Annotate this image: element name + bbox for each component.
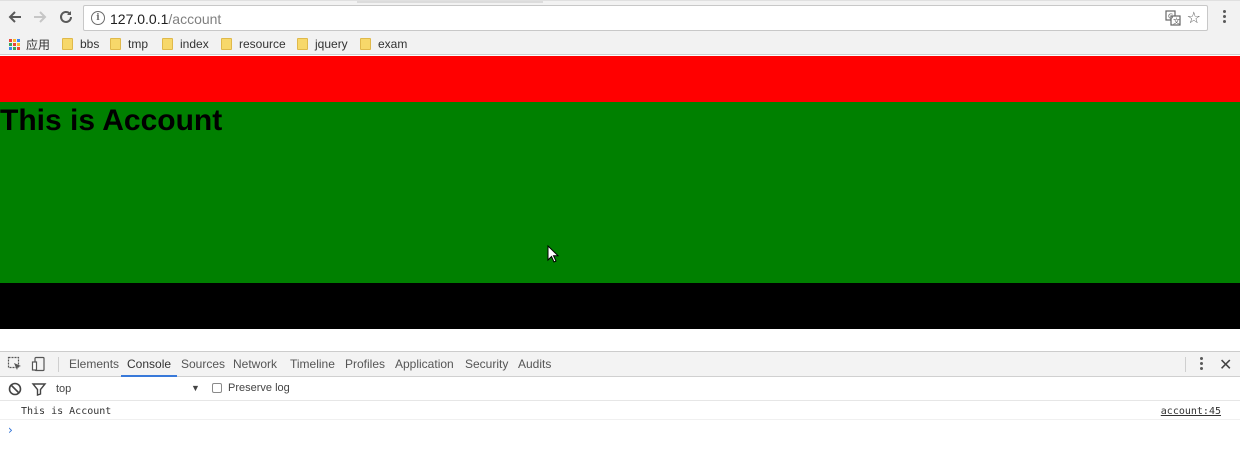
- tab-profiles[interactable]: Profiles: [345, 352, 385, 377]
- folder-icon: [62, 38, 73, 50]
- bookmark-apps-label: 应用: [26, 37, 51, 52]
- apps-grid-icon: [9, 38, 20, 50]
- devtools-panel: Elements Console Sources Network Timelin…: [0, 351, 1240, 449]
- tab-strip-edge: [357, 1, 543, 3]
- device-toolbar-icon[interactable]: [31, 356, 47, 372]
- bookmark-label: exam: [378, 37, 408, 51]
- page-content-band: This is Account: [0, 102, 1240, 283]
- browser-menu-icon[interactable]: [1217, 10, 1231, 26]
- page-viewport: This is Account: [0, 56, 1240, 351]
- address-bar[interactable]: i 127.0.0.1/account G文 ☆: [83, 5, 1208, 31]
- reload-button[interactable]: [55, 6, 77, 28]
- bookmark-item[interactable]: bbs: [62, 36, 99, 52]
- folder-icon: [221, 38, 232, 50]
- info-icon[interactable]: i: [91, 11, 105, 25]
- address-url[interactable]: 127.0.0.1/account: [110, 11, 221, 27]
- tab-audits[interactable]: Audits: [518, 352, 551, 377]
- inspect-element-icon[interactable]: [7, 356, 23, 372]
- tab-security[interactable]: Security: [465, 352, 508, 377]
- tab-console[interactable]: Console: [121, 352, 178, 377]
- console-message: This is Account: [21, 406, 112, 417]
- devtools-tab-bar: Elements Console Sources Network Timelin…: [0, 352, 1240, 377]
- arrow-right-icon: [34, 11, 47, 23]
- chevron-down-icon[interactable]: ▼: [191, 383, 200, 393]
- filter-icon[interactable]: [31, 381, 47, 397]
- back-button[interactable]: [4, 6, 26, 28]
- bookmark-item[interactable]: index: [162, 36, 209, 52]
- page-header-band: [0, 56, 1240, 102]
- toolbar-divider: [1185, 357, 1186, 372]
- bookmark-label: jquery: [315, 37, 348, 51]
- mouse-cursor-icon: [547, 245, 559, 263]
- bookmark-item[interactable]: resource: [221, 36, 286, 52]
- folder-icon: [162, 38, 173, 50]
- page-heading: This is Account: [0, 104, 223, 137]
- bookmark-item[interactable]: jquery: [297, 36, 348, 52]
- folder-icon: [110, 38, 121, 50]
- bookmark-label: resource: [239, 37, 286, 51]
- translate-icon[interactable]: G文: [1165, 10, 1181, 26]
- console-toolbar: top ▼ Preserve log: [0, 377, 1240, 401]
- bookmark-item[interactable]: tmp: [110, 36, 148, 52]
- devtools-menu-icon[interactable]: [1194, 357, 1208, 373]
- tab-timeline[interactable]: Timeline: [290, 352, 335, 377]
- folder-icon: [297, 38, 308, 50]
- preserve-log-label: Preserve log: [228, 382, 290, 394]
- url-host: 127.0.0.1: [110, 11, 169, 27]
- console-prompt[interactable]: ›: [8, 423, 13, 437]
- toolbar-divider: [58, 357, 59, 372]
- close-icon[interactable]: ✕: [1219, 355, 1232, 375]
- bookmark-apps[interactable]: 应用: [9, 36, 50, 52]
- forward-button[interactable]: [29, 6, 51, 28]
- svg-text:文: 文: [1173, 17, 1180, 26]
- folder-icon: [360, 38, 371, 50]
- url-path: /account: [168, 11, 222, 27]
- context-select[interactable]: top: [56, 383, 71, 395]
- star-icon[interactable]: ☆: [1187, 8, 1201, 28]
- page-footer-band: [0, 283, 1240, 329]
- console-divider: [0, 419, 1240, 420]
- arrow-left-icon: [8, 11, 21, 23]
- reload-icon: [60, 10, 72, 23]
- console-source-link[interactable]: account:45: [1161, 406, 1221, 417]
- tab-network[interactable]: Network: [233, 352, 277, 377]
- bookmark-label: tmp: [128, 37, 149, 51]
- bookmarks-bar: 应用 bbs tmp index resource jquery exam: [0, 33, 1240, 55]
- tab-application[interactable]: Application: [395, 352, 454, 377]
- tab-sources[interactable]: Sources: [181, 352, 225, 377]
- preserve-log-checkbox[interactable]: [212, 383, 222, 393]
- tab-elements[interactable]: Elements: [69, 352, 119, 377]
- bookmark-label: index: [180, 37, 209, 51]
- bookmark-label: bbs: [80, 37, 100, 51]
- clear-console-icon[interactable]: [7, 381, 23, 397]
- bookmark-item[interactable]: exam: [360, 36, 407, 52]
- browser-toolbar: i 127.0.0.1/account G文 ☆: [0, 0, 1240, 33]
